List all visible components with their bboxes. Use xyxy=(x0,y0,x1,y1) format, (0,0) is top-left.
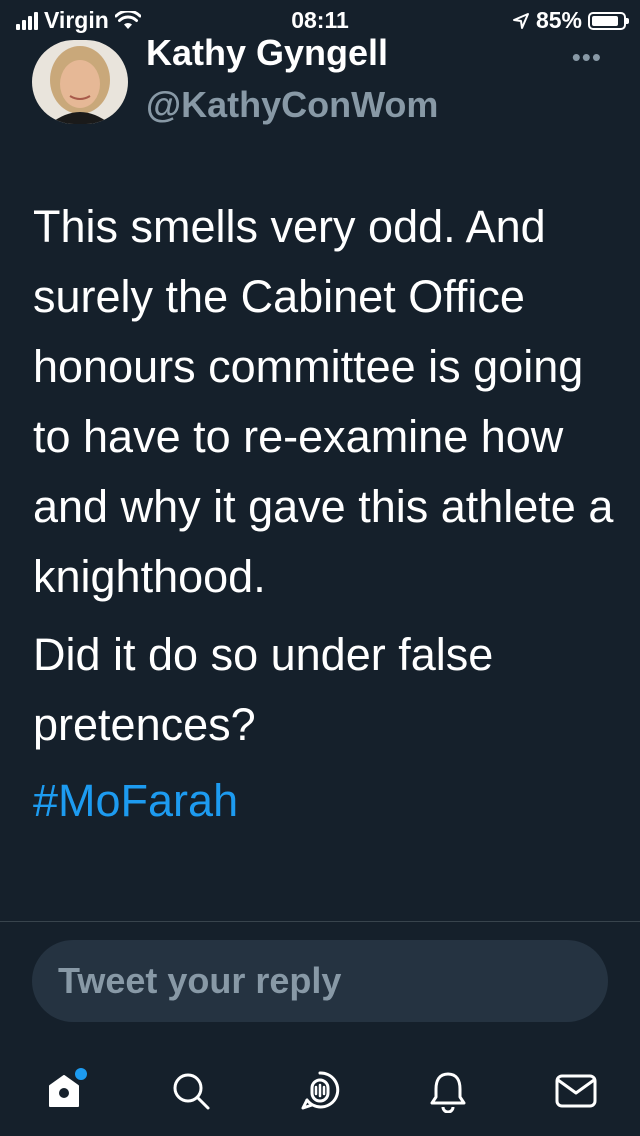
battery-icon xyxy=(588,11,629,30)
notification-dot xyxy=(75,1068,87,1080)
battery-percent: 85% xyxy=(535,7,582,33)
reply-box[interactable] xyxy=(32,940,608,1022)
home-icon[interactable] xyxy=(39,1066,89,1116)
more-options-icon[interactable]: ••• xyxy=(572,42,602,73)
author-name[interactable]: Kathy Gyngell xyxy=(146,32,388,74)
author-handle[interactable]: @KathyConWom xyxy=(146,84,438,126)
battery-group: 85% xyxy=(512,7,629,34)
tweet-paragraph: Did it do so under false pretences? xyxy=(33,629,494,750)
tweet-paragraph: This smells very odd. And surely the Cab… xyxy=(33,201,614,602)
search-icon[interactable] xyxy=(166,1066,216,1116)
reply-input[interactable] xyxy=(56,959,608,1003)
spaces-icon[interactable] xyxy=(295,1066,345,1116)
hashtag-link[interactable]: #MoFarah xyxy=(33,766,623,836)
messages-icon[interactable] xyxy=(551,1066,601,1116)
bottom-nav xyxy=(0,1050,640,1136)
divider xyxy=(0,921,640,922)
notifications-icon[interactable] xyxy=(423,1066,473,1116)
location-arrow-icon xyxy=(512,12,529,29)
avatar[interactable] xyxy=(32,40,128,124)
tweet-body: This smells very odd. And surely the Cab… xyxy=(33,192,623,836)
